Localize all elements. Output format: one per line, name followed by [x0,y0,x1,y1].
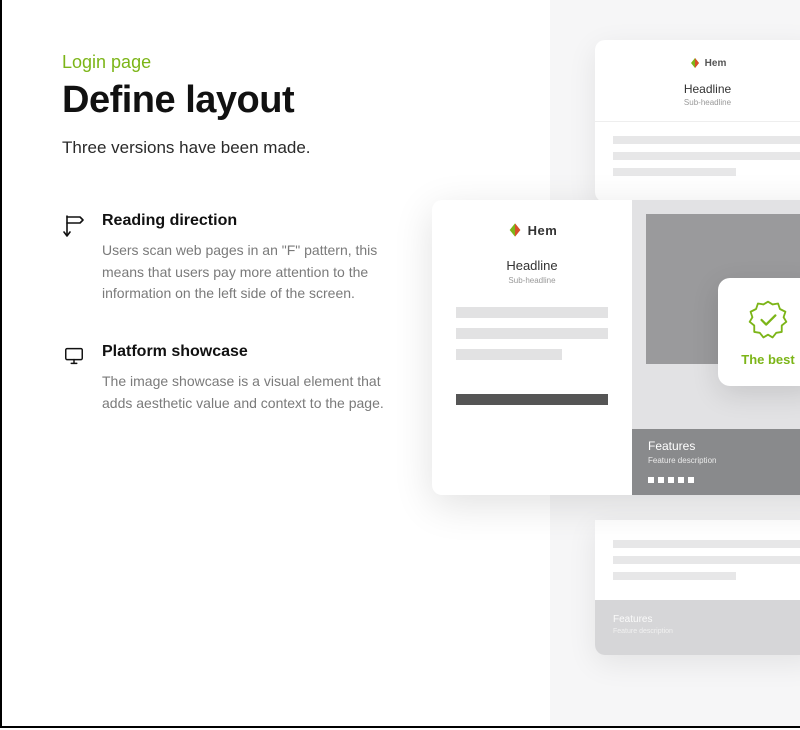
brand-logo-small: Hem [689,57,727,69]
wf-headline: Headline [506,258,557,273]
placeholder-input [456,328,608,339]
feature-heading: Reading direction [102,212,392,230]
best-badge-card: The best [718,278,800,386]
eyebrow: Login page [62,52,402,73]
dot [678,477,684,483]
brand-logo: Hem [507,222,558,238]
best-badge-label: The best [741,352,794,367]
placeholder-bar [613,168,736,176]
placeholder-bar [613,152,800,160]
brand-text: Hem [528,223,558,238]
platform-showcase-icon [62,345,86,369]
wf-back-features-label: Features [613,614,800,625]
placeholder-bar [613,572,736,580]
wf-features-desc: Feature description [648,456,800,465]
pagination-dots [648,477,800,483]
seal-check-icon [746,298,790,342]
placeholder-input [456,349,562,360]
main-content: Login page Define layout Three versions … [2,0,402,414]
feature-body: Users scan web pages in an "F" pattern, … [102,240,392,305]
feature-body: The image showcase is a visual element t… [102,371,392,414]
diamond-icon [689,57,701,69]
dot [668,477,674,483]
feature-platform-showcase: Platform showcase The image showcase is … [62,343,392,414]
dot [648,477,654,483]
page-title: Define layout [62,79,402,122]
wf-features-block: Features Feature description [632,429,800,495]
placeholder-cta [456,394,608,405]
wf-back-fields [595,122,800,176]
wireframe-back-bottom: Features Feature description [595,520,800,655]
brand-text-small: Hem [705,58,727,69]
feature-reading-direction: Reading direction Users scan web pages i… [62,212,392,305]
wf-features-label: Features [648,439,800,453]
wf-back-subheadline: Sub-headline [595,98,800,107]
page-subtitle: Three versions have been made. [62,138,402,158]
wireframe-front-form: Hem Headline Sub-headline [432,200,632,495]
diamond-icon [507,222,523,238]
wf-subheadline: Sub-headline [508,276,555,285]
wf-back-features-desc: Feature description [613,628,800,635]
dot [658,477,664,483]
placeholder-bar [613,540,800,548]
reading-direction-icon [62,214,86,238]
wf-back-headline: Headline [595,82,800,96]
placeholder-input [456,307,608,318]
feature-heading: Platform showcase [102,343,392,361]
dot [688,477,694,483]
placeholder-bar [613,556,800,564]
wf-back-features: Features Feature description [595,600,800,655]
wireframe-back-top: Hem Headline Sub-headline [595,40,800,202]
placeholder-bar [613,136,800,144]
